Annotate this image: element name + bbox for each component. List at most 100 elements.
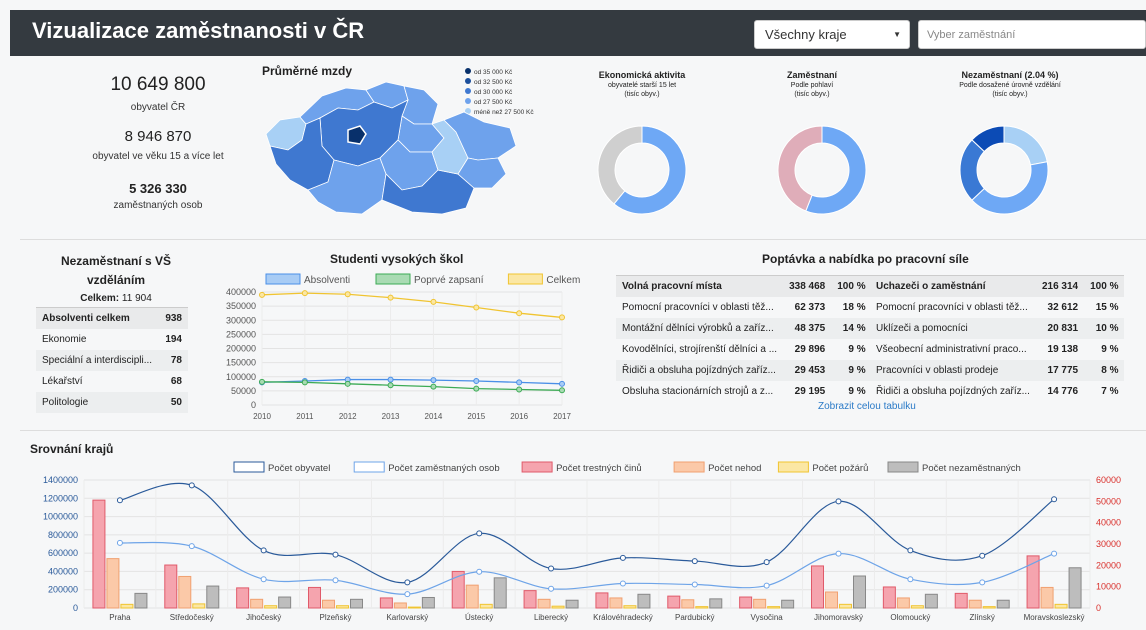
row-value: 938 [159,307,188,329]
data-point [301,290,308,297]
show-full-table-link[interactable]: Zobrazit celou tabulku [818,401,916,412]
row-count: 29 195 [794,385,826,397]
adults-stat: 8 946 870 obyvatel ve věku 15 a více let [58,128,258,162]
bar [120,603,134,609]
y2-tick-label: 0 [1096,603,1101,613]
unemployed-slice [1003,125,1048,166]
bar [1040,586,1054,609]
y2-tick-label: 20000 [1096,560,1121,570]
table-row: Obsluha stacionárních strojů a z... 29 1… [616,381,872,402]
x-tick-label: 2010 [253,412,271,421]
adults-value: 8 946 870 [124,128,192,145]
data-point [473,304,480,311]
legend-swatch [887,461,919,473]
data-point [979,552,986,559]
unemployed-heading: Nezaměstnaní (2.04 %) Podle dosažené úro… [930,70,1090,98]
activity-heading: Ekonomická aktivita obyvatelé starší 15 … [576,70,708,98]
x-tick-label: Jihomoravský [814,613,863,622]
y2-tick-label: 30000 [1096,539,1121,549]
data-point [430,298,437,305]
bar [264,605,278,609]
employed-donut [777,125,867,215]
row-value: 68 [170,375,182,387]
bar [551,605,565,609]
bar [350,598,363,609]
y2-tick-label: 50000 [1096,496,1121,506]
data-point [259,378,265,385]
activity-unit: (tisíc obyv.) [624,91,660,98]
chevron-down-icon: ▼ [893,30,901,39]
data-point [835,550,842,557]
row-percent: 9 % [1101,343,1119,355]
row-label: Pracovníci v oblasti prodeje [870,359,1036,381]
row-percent: 18 % [842,301,866,313]
row-label: Lékařství [42,375,83,387]
bar [623,605,637,609]
row-percent: 9 % [848,343,866,355]
data-point [619,554,626,561]
employed-subtitle: Podle pohlaví [790,82,834,89]
bar [479,603,493,609]
bar [278,596,292,609]
data-point [559,387,565,394]
legend-label: Počet nehod [708,463,761,474]
population-value: 10 649 800 [110,74,206,95]
y-tick-label: 400000 [226,287,256,297]
row-value: 78 [159,349,188,371]
y2-tick-label: 10000 [1096,582,1121,592]
y-tick-label: 1400000 [43,475,78,485]
bar [379,597,393,609]
regions-title: Srovnání krajů [30,442,114,456]
bar [1068,567,1082,609]
x-tick-label: 2011 [296,412,314,421]
y-tick-label: 150000 [226,358,256,368]
bar [767,606,781,609]
table-row: Uklízeči a pomocníci 20 831 10 % [870,317,1125,339]
unemployed-title: Nezaměstnaní (2.04 %) [961,70,1059,80]
data-point [188,482,195,489]
data-point [979,579,986,586]
table-row: Pracovníci v oblasti prodeje 17 775 8 % [870,359,1125,381]
table-row: Ekonomie 194 [36,329,188,350]
x-tick-label: Jihočeský [246,613,281,622]
app-header: Vizualizace zaměstnanosti v ČR Všechny k… [10,10,1146,56]
table-row: Kovodělníci, strojírenští dělníci a ... … [616,339,872,360]
data-point [332,551,339,558]
bar [308,586,321,609]
row-percent: 100 % [1084,275,1125,297]
table-row: Volná pracovní místa 338 468 100 % [616,275,872,297]
data-point [835,498,842,505]
y2-tick-label: 60000 [1096,475,1121,485]
legend-swatch [375,273,411,285]
row-count: 338 468 [783,275,832,297]
row-percent: 10 % [1084,317,1125,339]
region-select[interactable]: Všechny kraje ▼ [754,20,910,49]
bar [667,595,681,609]
data-point [516,310,523,317]
data-point [404,579,411,586]
bar [336,605,349,609]
bar [164,564,178,609]
row-count: 29 896 [794,343,826,355]
x-tick-label: Praha [109,613,131,622]
x-tick-label: Královéhradecký [593,613,653,622]
row-percent: 14 % [831,317,872,339]
y-tick-label: 300000 [226,315,256,325]
row-label: Kovodělníci, strojírenští dělníci a ... [622,343,778,355]
data-point [548,565,555,572]
legend-swatch [507,273,543,285]
wage-map: od 35 000 Kč od 32 500 Kč od 30 000 Kč o… [265,68,534,215]
legend-dot [465,88,471,94]
legend-label: Absolventi [304,275,350,286]
data-point [259,291,265,298]
bar [739,596,753,609]
bar [781,599,795,609]
bar [206,585,220,609]
activity-slice [597,125,643,205]
bar [565,599,579,609]
bar [853,575,866,609]
bar [695,606,709,609]
job-search-input[interactable] [918,20,1146,49]
bar [882,586,896,609]
bar [393,602,407,609]
